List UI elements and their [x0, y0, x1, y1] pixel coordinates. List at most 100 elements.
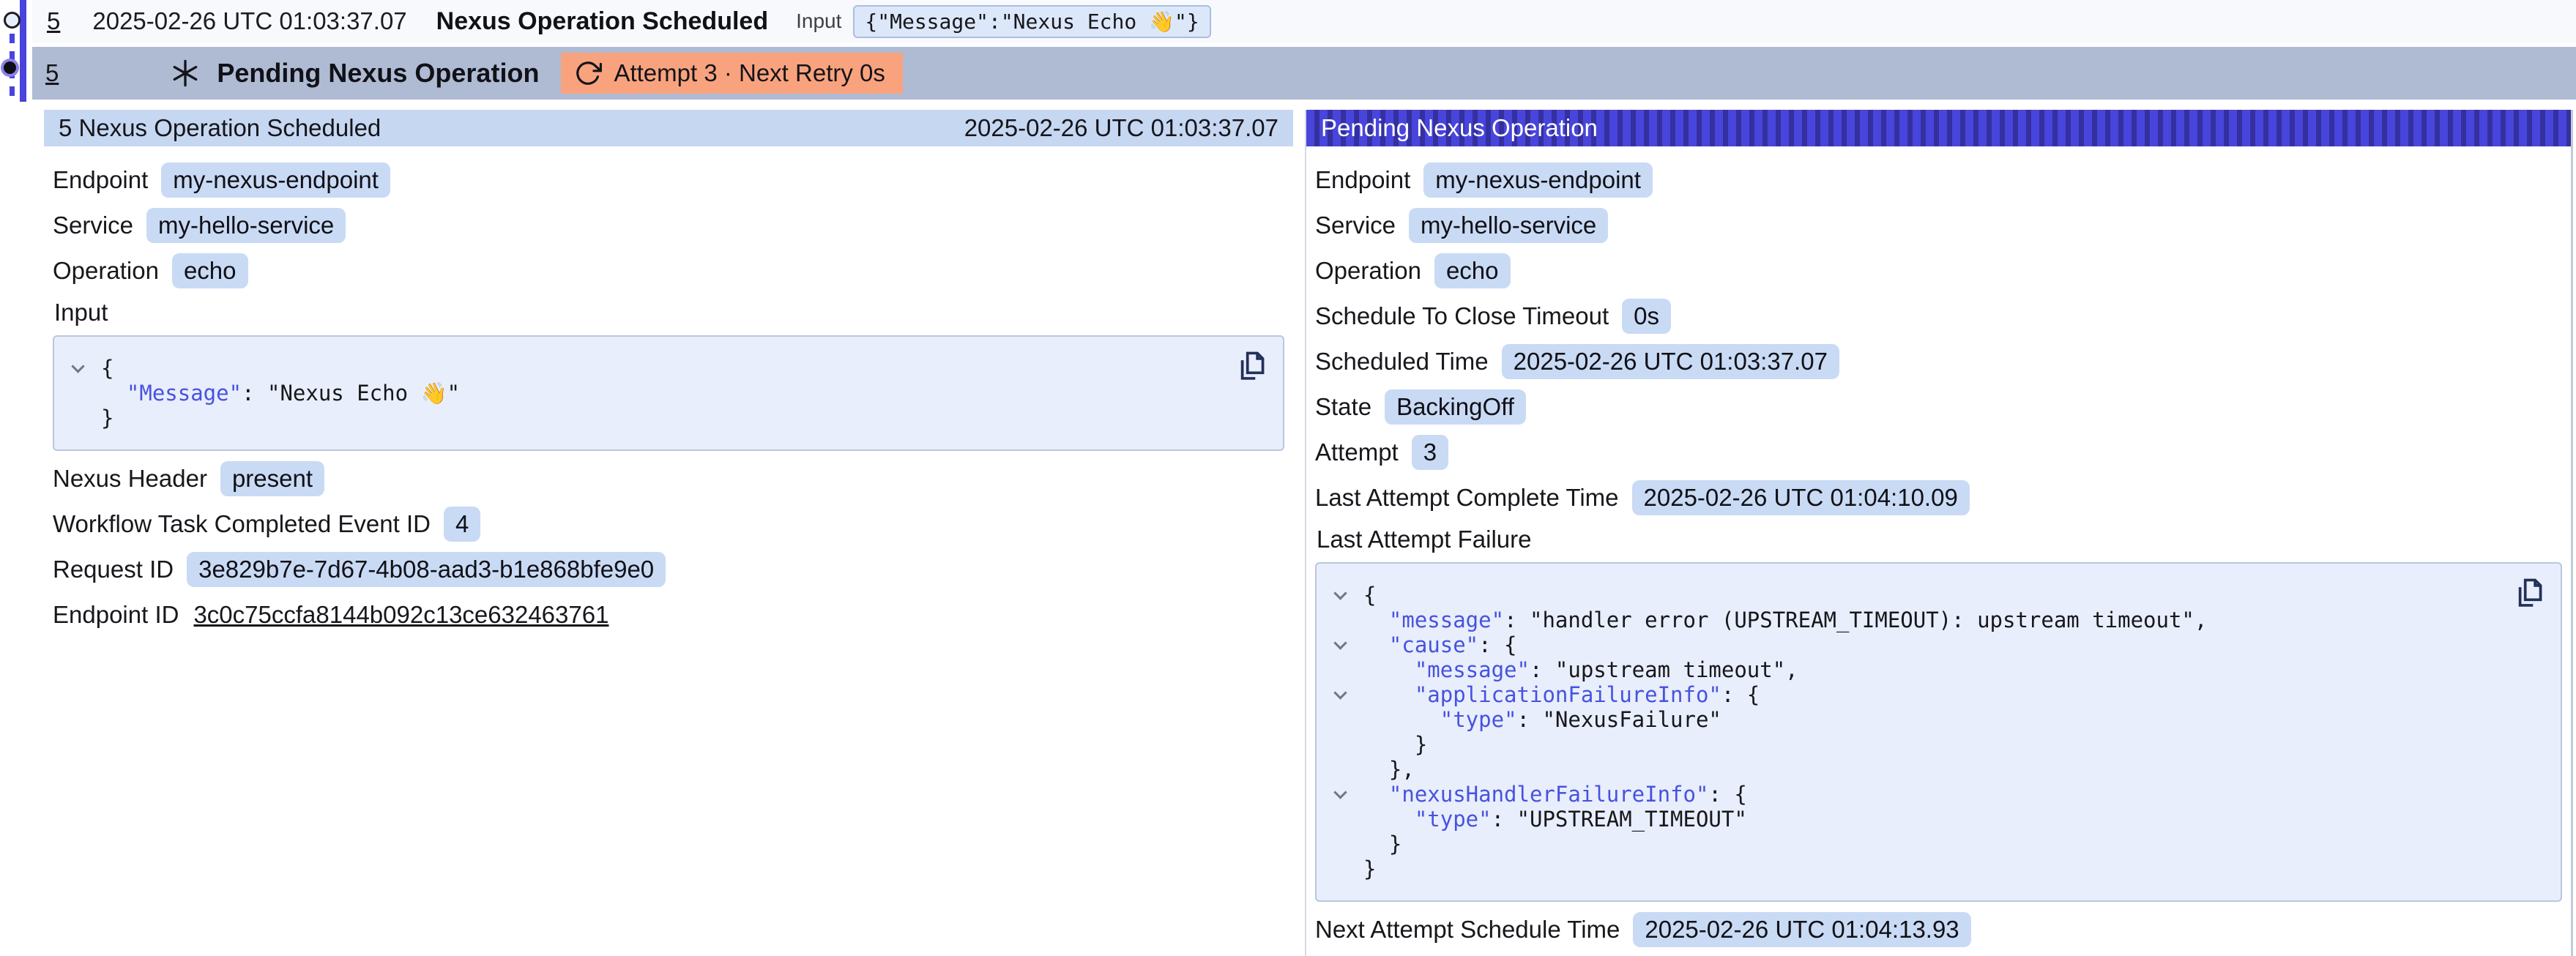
code-text: "cause": {: [1363, 632, 1517, 657]
scheduled-fields-top: Endpoint my-nexus-endpoint Service my-hello…: [53, 163, 1284, 288]
failure-section-label: Last Attempt Failure: [1317, 526, 2562, 553]
field-value-chip: 0s: [1622, 299, 1671, 334]
code-text: }: [1363, 732, 1427, 757]
scheduled-panel-body: Endpoint my-nexus-endpoint Service my-hello…: [44, 146, 1293, 956]
timeline-pending-marker-icon: [4, 61, 16, 74]
field-state: State BackingOff: [1315, 389, 2562, 425]
event-timestamp: 2025-02-26 UTC 01:03:37.07: [92, 7, 406, 35]
field-operation: Operation echo: [53, 253, 1284, 288]
event-input-preview-chip: {"Message":"Nexus Echo 👋"}: [853, 5, 1210, 38]
pending-operation-panel: Pending Nexus Operation Endpointmy-nexus…: [1305, 110, 2573, 956]
retry-status-badge: Attempt 3 · Next Retry 0s: [561, 53, 902, 94]
field-request-id: Request ID 3e829b7e-7d67-4b08-aad3-b1e868…: [53, 552, 1284, 587]
code-text: "message": "upstream timeout",: [1363, 657, 1798, 682]
code-line: {: [1363, 583, 2495, 608]
pending-title: Pending Nexus Operation: [217, 58, 539, 89]
field-label: Endpoint: [53, 166, 148, 194]
field-label: Operation: [1315, 257, 1421, 285]
event-title: Nexus Operation Scheduled: [436, 7, 768, 36]
field-label: State: [1315, 393, 1371, 421]
field-value-chip: my-hello-service: [146, 208, 346, 243]
code-line: "cause": {: [1363, 632, 2495, 657]
collapse-chevron-icon[interactable]: [1333, 636, 1347, 649]
input-section-label: Input: [54, 299, 1284, 326]
field-endpoint: Endpoint my-nexus-endpoint: [53, 163, 1284, 198]
pending-nexus-operation-row[interactable]: 5 Pending Nexus Operation Attempt 3 · Ne…: [32, 47, 2576, 100]
field-endpoint: Endpointmy-nexus-endpoint: [1315, 163, 2562, 198]
field-nexus-header: Nexus Headerpresent: [53, 461, 1284, 496]
field-service: Servicemy-hello-service: [1315, 208, 2562, 243]
retry-icon: [574, 59, 602, 87]
field-value-chip: BackingOff: [1385, 389, 1526, 425]
field-label: Operation: [53, 257, 159, 285]
scheduled-event-panel: 5 Nexus Operation Scheduled 2025-02-26 U…: [44, 110, 1293, 956]
field-scheduled-time: Scheduled Time 2025-02-26 UTC 01:03:37.07: [1315, 344, 2562, 379]
retry-badge-text: Attempt 3 · Next Retry 0s: [614, 59, 885, 87]
field-label: Service: [53, 212, 133, 239]
input-json-block: { "Message": "Nexus Echo 👋"}: [53, 335, 1284, 451]
field-label: Scheduled Time: [1315, 348, 1489, 376]
code-line: {: [101, 356, 1217, 381]
code-text: "type": "UPSTREAM_TIMEOUT": [1363, 807, 1747, 832]
field-value-chip: 3e829b7e-7d67-4b08-aad3-b1e868bfe9e0: [187, 552, 666, 587]
event-input-label: Input: [796, 10, 841, 33]
code-line: "message": "upstream timeout",: [1363, 657, 2495, 682]
field-value-chip: 2025-02-26 UTC 01:03:37.07: [1502, 344, 1839, 379]
collapse-chevron-icon[interactable]: [1333, 686, 1347, 699]
copy-failure-button[interactable]: [2512, 575, 2546, 612]
field-value-chip: my-hello-service: [1409, 208, 1608, 243]
field-value-chip: 4: [444, 507, 480, 542]
event-detail-panels: 5 Nexus Operation Scheduled 2025-02-26 U…: [44, 110, 2573, 956]
field-next-attempt-schedule-time: Next Attempt Schedule Time 2025-02-26 UTC…: [1315, 912, 2562, 947]
code-text: }: [1363, 832, 1401, 856]
field-service: Service my-hello-service: [53, 208, 1284, 243]
pending-fields-top: Endpointmy-nexus-endpoint Servicemy-hello…: [1315, 163, 2562, 515]
code-line: "Message": "Nexus Echo 👋": [101, 381, 1217, 406]
event-id-link[interactable]: 5: [47, 7, 60, 35]
field-operation: Operation echo: [1315, 253, 2562, 288]
scheduled-panel-header: 5 Nexus Operation Scheduled 2025-02-26 U…: [44, 110, 1293, 146]
code-text: {: [101, 356, 113, 381]
code-line: }: [1363, 856, 2495, 881]
field-last-attempt-complete-time: Last Attempt Complete Time 2025-02-26 UTC…: [1315, 480, 2562, 515]
field-label: Endpoint ID: [53, 601, 179, 629]
field-value-link[interactable]: 3c0c75ccfa8144b092c13ce632463761: [192, 598, 610, 632]
code-text: }: [101, 406, 113, 430]
code-text: "message": "handler error (UPSTREAM_TIME…: [1363, 608, 2207, 632]
field-value-chip: my-nexus-endpoint: [161, 163, 390, 198]
code-text: },: [1363, 757, 1415, 782]
code-line: }: [101, 406, 1217, 430]
field-value-chip: 2025-02-26 UTC 01:04:13.93: [1633, 912, 1970, 947]
pending-event-id-link[interactable]: 5: [45, 59, 59, 87]
collapse-chevron-icon[interactable]: [1333, 785, 1347, 799]
collapse-chevron-icon[interactable]: [71, 359, 84, 373]
pending-panel-title: Pending Nexus Operation: [1321, 114, 1598, 142]
code-line: "type": "NexusFailure": [1363, 707, 2495, 732]
field-label: Last Attempt Complete Time: [1315, 484, 1619, 512]
field-workflow-task-completed-event-id: Workflow Task Completed Event ID4: [53, 507, 1284, 542]
code-line: },: [1363, 757, 2495, 782]
code-line: "message": "handler error (UPSTREAM_TIME…: [1363, 608, 2495, 632]
field-label: Schedule To Close Timeout: [1315, 302, 1609, 330]
field-value-chip: 2025-02-26 UTC 01:04:10.09: [1632, 480, 1970, 515]
field-value-chip: 3: [1412, 435, 1448, 470]
collapse-chevron-icon[interactable]: [1333, 586, 1347, 600]
field-label: Request ID: [53, 556, 174, 583]
code-line: "type": "UPSTREAM_TIMEOUT": [1363, 807, 2495, 832]
code-line: }: [1363, 732, 2495, 757]
field-value-chip: echo: [1434, 253, 1511, 288]
field-schedule-to-close-timeout: Schedule To Close Timeout 0s: [1315, 299, 2562, 334]
field-label: Next Attempt Schedule Time: [1315, 916, 1620, 944]
scheduled-panel-title: 5 Nexus Operation Scheduled: [59, 114, 381, 142]
code-text: "Message": "Nexus Echo 👋": [101, 381, 460, 406]
event-row-nexus-operation-scheduled[interactable]: 5 2025-02-26 UTC 01:03:37.07 Nexus Opera…: [32, 0, 2576, 42]
field-attempt: Attempt3: [1315, 435, 2562, 470]
code-text: "applicationFailureInfo": {: [1363, 682, 1760, 707]
code-text: "nexusHandlerFailureInfo": {: [1363, 782, 1747, 807]
timeline-event-marker-icon: [4, 12, 21, 29]
field-endpoint-id: Endpoint ID 3c0c75ccfa8144b092c13ce632463…: [53, 597, 1284, 632]
code-text: }: [1363, 856, 1376, 881]
copy-input-button[interactable]: [1235, 348, 1268, 385]
field-value-chip: echo: [172, 253, 248, 288]
pending-panel-header: Pending Nexus Operation: [1306, 110, 2571, 146]
